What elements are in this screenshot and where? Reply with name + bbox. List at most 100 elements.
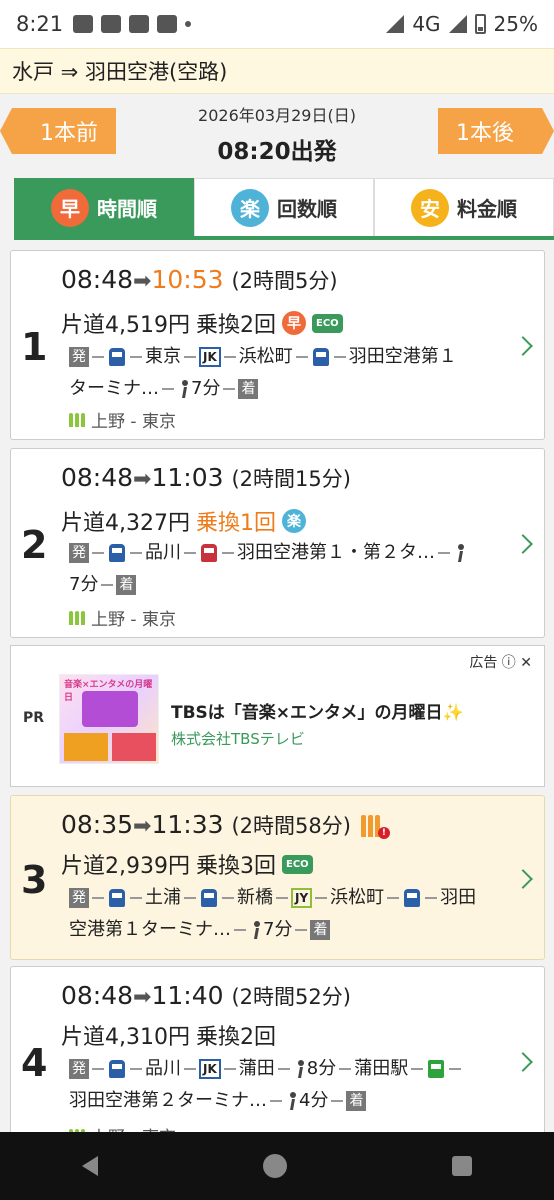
route-path: 発 品川 羽田空港第１・第２タ… 7分着	[69, 537, 504, 601]
arrow-right-icon: ➡	[133, 985, 152, 1010]
route-times: 08:35➡11:33 (2時間58分) !	[61, 810, 390, 840]
duration: (2時間58分)	[231, 814, 351, 838]
fare-line: 片道4,310円 乗換2回	[61, 1019, 276, 1051]
route-times: 08:48➡11:03 (2時間15分)	[61, 463, 351, 493]
tab-label: 回数順	[277, 197, 337, 221]
train-icon	[201, 889, 217, 907]
train-icon	[201, 544, 217, 562]
station: 空港第１ターミナ…	[69, 919, 231, 940]
arr-time: 11:40	[151, 981, 224, 1010]
walk-time: 4分	[299, 1090, 329, 1111]
route-number: 1	[21, 325, 48, 369]
notification-icon	[73, 15, 94, 33]
crowd-icon	[69, 412, 85, 427]
walk-icon	[455, 544, 465, 562]
status-bar: 8:21 4G 25%	[0, 0, 554, 48]
ad-label-text: 広告	[469, 655, 498, 671]
arrow-right-icon: ➡	[133, 814, 152, 839]
route-times: 08:48➡10:53 (2時間5分)	[61, 265, 338, 295]
fare: 片道2,939円	[61, 854, 190, 879]
duration: (2時間15分)	[231, 467, 351, 491]
battery-level: 25%	[493, 12, 538, 36]
station: 品川	[145, 542, 181, 563]
walk-time: 7分	[263, 919, 293, 940]
station: 東京	[145, 346, 181, 367]
dep-time: 08:48	[61, 265, 134, 294]
more-dot-icon	[185, 21, 192, 27]
battery-icon	[474, 14, 486, 34]
start-tag: 発	[69, 888, 89, 908]
station: 浜松町	[330, 887, 385, 908]
dep-time: 08:48	[61, 463, 134, 492]
date-navigation: 1本前 2026年03月29日(日) 08:20出発 1本後	[0, 94, 554, 166]
weather-icon	[101, 15, 122, 33]
route-times: 08:48➡11:40 (2時間52分)	[61, 981, 351, 1011]
dep-time: 08:35	[61, 810, 134, 839]
end-tag: 着	[346, 1091, 367, 1111]
walk-icon	[251, 921, 261, 939]
ad-label[interactable]: 広告 ⓘ ✕	[469, 652, 532, 672]
recent-apps-icon[interactable]	[451, 1156, 472, 1176]
transfers: 乗換3回	[195, 854, 276, 879]
station: 羽田空港第２ターミナ…	[69, 1090, 267, 1111]
sort-tabs: 早 時間順 楽 回数順 安 料金順	[14, 178, 554, 240]
station: 土浦	[145, 887, 181, 908]
walk-time: 7分	[191, 378, 221, 399]
train-icon	[109, 544, 125, 562]
crowd-section: 上野 - 東京	[91, 412, 176, 432]
status-time: 8:21	[16, 12, 64, 36]
tab-fare-order[interactable]: 安 料金順	[374, 178, 554, 236]
route-number: 2	[21, 523, 48, 567]
route-path: 発 東京 JK 浜松町 羽田空港第１ ターミナ… 7分着	[69, 341, 504, 405]
walk-icon	[295, 1060, 305, 1078]
tab-time-order[interactable]: 早 時間順	[14, 178, 194, 236]
network-type: 4G	[412, 12, 441, 36]
fare-line: 片道4,327円 乗換1回 楽	[61, 505, 306, 537]
status-right: 4G 25%	[386, 12, 538, 36]
fare-line: 片道2,939円 乗換3回 ECO	[61, 848, 313, 880]
fare-line: 片道4,519円 乗換2回 早 ECO	[61, 307, 343, 339]
station: 羽田	[440, 887, 477, 908]
crowd-icon	[69, 610, 85, 625]
wifi-icon	[386, 15, 405, 33]
route-card-4[interactable]: 4 08:48➡11:40 (2時間52分) 片道4,310円 乗換2回 発 品川…	[10, 966, 545, 1156]
next-train-button[interactable]: 1本後	[438, 108, 554, 154]
station: 新橋	[237, 887, 273, 908]
end-tag: 着	[116, 575, 137, 595]
ad-title: TBSは「音楽×エンタメ」の月曜日✨	[171, 703, 464, 723]
chevron-right-icon	[513, 1052, 533, 1072]
station: 浜松町	[238, 346, 293, 367]
arr-time: 11:33	[151, 810, 224, 839]
route-card-2[interactable]: 2 08:48➡11:03 (2時間15分) 片道4,327円 乗換1回 楽 発…	[10, 448, 545, 638]
ad-banner[interactable]: PR 音楽×エンタメの月曜日 広告 ⓘ ✕ TBSは「音楽×エンタメ」の月曜日✨…	[10, 645, 545, 787]
fare: 片道4,327円	[61, 511, 190, 536]
transfers: 乗換2回	[195, 1025, 276, 1050]
system-nav-bar	[0, 1132, 554, 1200]
ad-advertiser: 株式会社TBSテレビ	[171, 730, 305, 748]
crowd-info: 上野 - 東京	[69, 407, 176, 432]
train-icon	[109, 1060, 125, 1078]
line-icon	[129, 15, 150, 33]
arr-time: 11:03	[151, 463, 224, 492]
back-icon[interactable]	[82, 1156, 99, 1176]
route-number: 4	[21, 1041, 48, 1085]
tab-label: 時間順	[97, 197, 157, 221]
station: 羽田空港第１	[348, 346, 457, 367]
transfers: 乗換1回	[195, 511, 276, 536]
start-tag: 発	[69, 1059, 89, 1079]
home-icon[interactable]	[262, 1154, 287, 1178]
route-number: 3	[21, 858, 48, 902]
easy-badge-icon: 楽	[231, 188, 269, 227]
notification-icons	[73, 15, 192, 33]
ad-thumbnail: 音楽×エンタメの月曜日	[59, 674, 159, 764]
route-card-1[interactable]: 1 08:48➡10:53 (2時間5分) 片道4,519円 乗換2回 早 EC…	[10, 250, 545, 440]
youtube-icon	[157, 15, 178, 33]
fast-badge-icon: 早	[51, 188, 89, 227]
arrow-right-icon: ➡	[133, 269, 152, 294]
signal-icon	[448, 15, 467, 33]
line-badge: JK	[199, 347, 221, 367]
tab-transfer-order[interactable]: 楽 回数順	[194, 178, 374, 236]
station: 品川	[145, 1058, 181, 1079]
route-card-3[interactable]: 3 08:35➡11:33 (2時間58分) ! 片道2,939円 乗換3回 E…	[10, 795, 545, 960]
train-icon	[109, 889, 125, 907]
